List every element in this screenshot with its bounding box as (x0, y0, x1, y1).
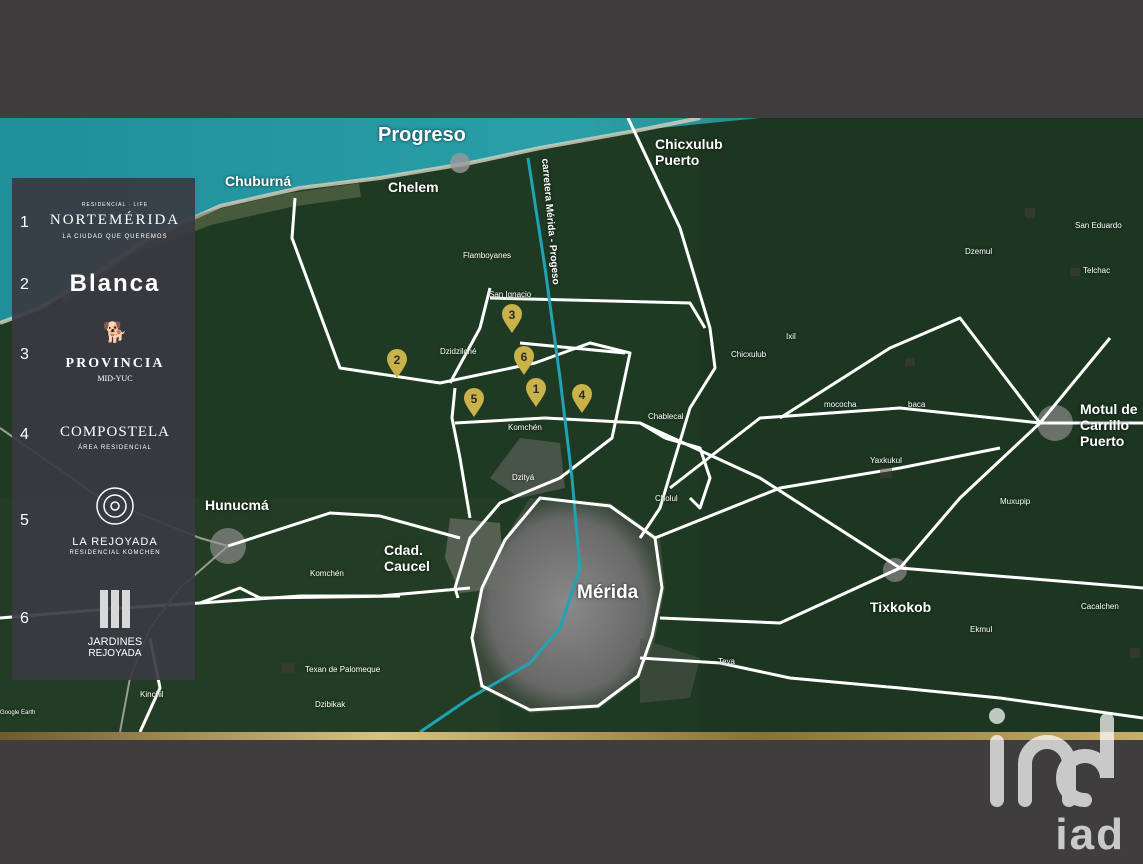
legend-item-2[interactable]: 2 Blanca (12, 270, 195, 310)
pin-number: 6 (520, 350, 528, 364)
label-progreso: Progreso (378, 124, 466, 146)
legend-logo-sub: LA CIUDAD QUE QUEREMOS (62, 234, 168, 240)
legend-number: 2 (20, 276, 29, 293)
label-baca: baca (908, 400, 926, 409)
label-dzemul: Dzemul (965, 247, 993, 256)
pin-3[interactable]: 3 (501, 304, 523, 334)
iad-logo-icon (989, 708, 1114, 807)
label-ekmul: Ekmul (970, 625, 993, 634)
label-hunucma: Hunucmá (205, 497, 269, 513)
legend-number: 4 (20, 426, 29, 443)
label-san-ignacio: San Ignacio (489, 290, 532, 299)
dog-icon: 🐕 (102, 322, 128, 344)
label-chicxulub: Chicxulub (731, 350, 767, 359)
legend-logo-title: LA REJOYADA (72, 536, 158, 548)
label-dzidzilche: Dzidzilché (440, 347, 477, 356)
legend-logo-top: RESIDENCIAL · LIFE (81, 202, 149, 208)
pin-number: 4 (578, 388, 586, 402)
iad-wordmark: iad (1055, 810, 1125, 859)
legend-logo-sub: REJOYADA (88, 648, 142, 659)
legend-number: 3 (20, 346, 29, 363)
legend-item-5[interactable]: 5 LA REJOYADA RESIDENCIAL KOMCHEN (12, 484, 195, 564)
legend-item-6[interactable]: 6 JARDINES REJOYADA (12, 588, 195, 664)
label-chelem: Chelem (388, 179, 439, 195)
label-cholul: Cholul (655, 494, 678, 503)
label-motul: Motul de Carrillo Puerto (1080, 401, 1138, 449)
label-chablecal: Chablecal (648, 412, 684, 421)
label-yaxkukul: Yaxkukul (870, 456, 902, 465)
label-chuburna: Chuburná (225, 173, 292, 189)
legend-logo-title: NORTEMÉRIDA (49, 212, 181, 228)
legend-logo-title: PROVINCIA (65, 356, 165, 371)
label-chicxulub-puerto: Chicxulub Puerto (655, 136, 723, 168)
iad-watermark: iad (985, 702, 1135, 862)
legend-logo-title: JARDINES (87, 636, 143, 648)
pin-6[interactable]: 6 (513, 346, 535, 376)
legend-number: 6 (20, 610, 29, 627)
legend-item-4[interactable]: 4 COMPOSTELA ÁREA RESIDENCIAL (12, 422, 195, 462)
legend-panel: 1 RESIDENCIAL · LIFE NORTEMÉRIDA LA CIUD… (12, 178, 195, 680)
label-merida: Mérida (577, 582, 639, 603)
legend-logo-title: COMPOSTELA (59, 424, 170, 440)
jardines-bars-icon (40, 588, 190, 630)
label-komchen: Komchén (508, 423, 542, 432)
gold-divider (0, 732, 1143, 740)
pin-number: 5 (470, 392, 478, 406)
label-teya: Teya (718, 657, 735, 666)
pin-number: 3 (508, 308, 516, 322)
legend-item-3[interactable]: 3 🐕 PROVINCIA MID-YUC (12, 320, 195, 390)
pin-4[interactable]: 4 (571, 384, 593, 414)
label-san-eduardo: San Eduardo (1075, 221, 1122, 230)
label-muxupip: Muxupip (1000, 497, 1031, 506)
label-cdad-caucel: Cdad. Caucel (384, 542, 430, 574)
pin-1[interactable]: 1 (525, 378, 547, 408)
legend-logo-sub: RESIDENCIAL KOMCHEN (69, 550, 161, 556)
label-ixil: Ixil (786, 332, 796, 341)
legend-number: 1 (20, 214, 29, 231)
label-komchen-west: Komchén (310, 569, 344, 578)
label-dzibikak: Dzibikak (315, 700, 346, 709)
label-telchac: Telchac (1083, 266, 1111, 275)
legend-number: 5 (20, 512, 29, 529)
label-flamboyanes: Flamboyanes (463, 251, 512, 260)
pin-number: 2 (393, 353, 401, 367)
label-cacalchen: Cacalchen (1081, 602, 1119, 611)
label-kinchil: Kinchil (140, 690, 164, 699)
legend-logo-sub: MID-YUC (97, 374, 133, 383)
pin-number: 1 (532, 382, 540, 396)
label-texan: Texan de Palomeque (305, 665, 381, 674)
legend-item-1[interactable]: 1 RESIDENCIAL · LIFE NORTEMÉRIDA LA CIUD… (12, 202, 195, 262)
legend-logo-sub: ÁREA RESIDENCIAL (78, 445, 152, 451)
label-tixkokob: Tixkokob (870, 599, 932, 615)
label-google-earth: Google Earth (0, 710, 36, 716)
pin-5[interactable]: 5 (463, 388, 485, 418)
legend-logo-title: Blanca (69, 270, 161, 297)
rejoyada-emblem-icon (40, 484, 190, 528)
pin-2[interactable]: 2 (386, 349, 408, 379)
label-dzitya: Dzityá (512, 473, 535, 482)
label-mococha: mococha (824, 400, 857, 409)
